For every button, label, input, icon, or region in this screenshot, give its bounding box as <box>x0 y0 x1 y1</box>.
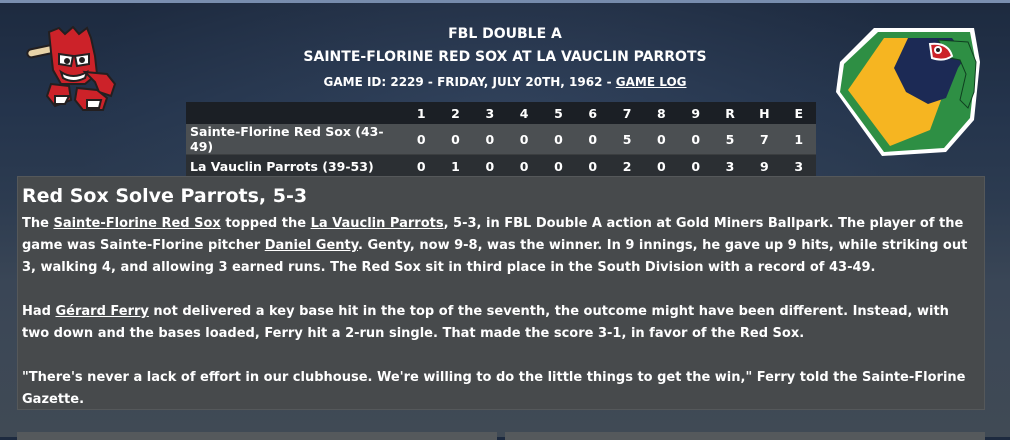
team-name: Sainte-Florine Red Sox (43-49) <box>186 124 405 155</box>
box-score-table: 1 2 3 4 5 6 7 8 9 R H E Sainte-Florine R… <box>186 102 816 177</box>
team-name: La Vauclin Parrots (39-53) <box>186 154 405 177</box>
recap-headline: Red Sox Solve Parrots, 5-3 <box>22 185 308 207</box>
recap-body: The Sainte-Florine Red Sox topped the La… <box>22 213 977 433</box>
header-inning-1: 1 <box>404 102 439 124</box>
header-inning-5: 5 <box>541 102 576 124</box>
recap-text: topped the <box>220 216 311 231</box>
away-team-row: Sainte-Florine Red Sox (43-49) 0 0 0 0 0… <box>186 124 816 155</box>
league-title: FBL DOUBLE A <box>448 26 562 42</box>
parrot-logo-icon <box>836 28 980 156</box>
header-inning-3: 3 <box>472 102 507 124</box>
inning-score: 0 <box>507 124 542 155</box>
game-recap-panel: Red Sox Solve Parrots, 5-3 The Sainte-Fl… <box>17 176 985 410</box>
inning-score: 0 <box>541 124 576 155</box>
inning-score: 0 <box>507 154 542 177</box>
player-link-daniel-genty[interactable]: Daniel Genty <box>265 238 358 253</box>
header-inning-7: 7 <box>609 102 645 124</box>
inning-score: 0 <box>644 124 679 155</box>
inning-score: 0 <box>678 154 713 177</box>
player-link-gerard-ferry[interactable]: Gérard Ferry <box>55 304 148 319</box>
inning-score: 2 <box>609 154 645 177</box>
inning-score: 1 <box>438 154 473 177</box>
recap-paragraph: The Sainte-Florine Red Sox topped the La… <box>22 213 977 279</box>
inning-score: 5 <box>609 124 645 155</box>
inning-score: 0 <box>472 124 507 155</box>
inning-score: 0 <box>438 124 473 155</box>
header-inning-4: 4 <box>507 102 542 124</box>
hits-total: 9 <box>747 154 782 177</box>
inning-score: 0 <box>575 124 610 155</box>
header-team-cell <box>186 102 405 124</box>
box-score-header-row: 1 2 3 4 5 6 7 8 9 R H E <box>186 102 816 124</box>
recap-text: The <box>22 216 54 231</box>
team-link-parrots[interactable]: La Vauclin Parrots <box>311 216 444 231</box>
header-hits: H <box>747 102 782 124</box>
inning-score: 0 <box>575 154 610 177</box>
header-inning-8: 8 <box>644 102 679 124</box>
inning-score: 0 <box>678 124 713 155</box>
inning-score: 0 <box>541 154 576 177</box>
game-info-line: GAME ID: 2229 - FRIDAY, JULY 20TH, 1962 … <box>0 75 1010 89</box>
errors-total: 3 <box>781 154 816 177</box>
header-runs: R <box>712 102 748 124</box>
header-errors: E <box>781 102 816 124</box>
hits-total: 7 <box>747 124 782 155</box>
inning-score: 0 <box>404 154 439 177</box>
inning-score: 0 <box>404 124 439 155</box>
recap-text: not delivered a key base hit in the top … <box>22 304 949 341</box>
recap-text: Had <box>22 304 56 319</box>
recap-quote: "There's never a lack of effort in our c… <box>22 370 966 407</box>
header-inning-2: 2 <box>438 102 473 124</box>
bottom-right-panel <box>505 432 985 440</box>
inning-score: 0 <box>644 154 679 177</box>
recap-paragraph: Had Gérard Ferry not delivered a key bas… <box>22 301 977 345</box>
home-team-row: La Vauclin Parrots (39-53) 0 1 0 0 0 0 2… <box>186 154 816 177</box>
game-info-text: GAME ID: 2229 - FRIDAY, JULY 20TH, 1962 … <box>323 75 616 89</box>
runs-total: 5 <box>712 124 748 155</box>
runs-total: 3 <box>712 154 748 177</box>
header-inning-6: 6 <box>575 102 610 124</box>
inning-score: 0 <box>472 154 507 177</box>
header-inning-9: 9 <box>678 102 713 124</box>
game-log-link[interactable]: GAME LOG <box>616 75 687 89</box>
errors-total: 1 <box>781 124 816 155</box>
team-link-red-sox[interactable]: Sainte-Florine Red Sox <box>53 216 220 231</box>
matchup-title: SAINTE-FLORINE RED SOX AT LA VAUCLIN PAR… <box>303 49 707 65</box>
bottom-left-panel <box>17 432 497 440</box>
